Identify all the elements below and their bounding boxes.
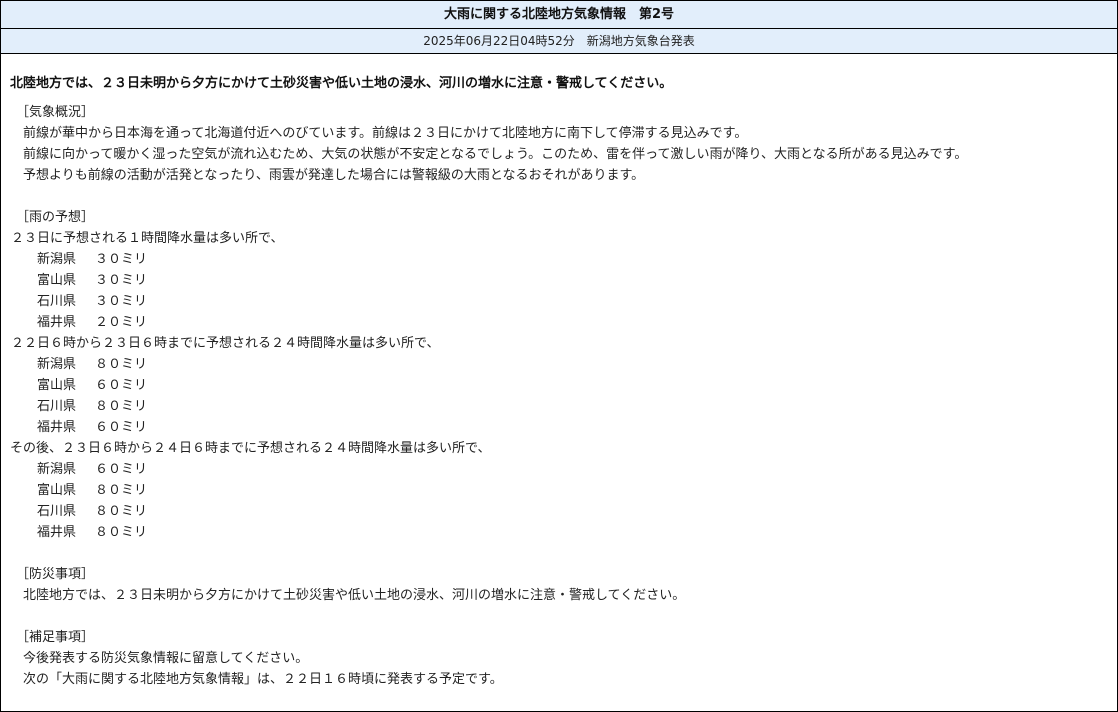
prefecture-name: 富山県 <box>37 273 77 288</box>
bulletin-body: 北陸地方では、２３日未明から夕方にかけて土砂災害や低い土地の浸水、河川の増水に注… <box>1 73 1117 690</box>
rain-amount: ８０ミリ <box>95 525 148 540</box>
prefecture-name: 石川県 <box>37 399 77 414</box>
bulletin-title: 大雨に関する北陸地方気象情報 第2号 <box>1 1 1117 29</box>
rain-amount-row: 福井県 ８０ミリ <box>1 522 1117 543</box>
supplement-heading: ［補足事項］ <box>16 630 95 645</box>
prefecture-name: 福井県 <box>37 525 77 540</box>
prefecture-name: 富山県 <box>37 378 77 393</box>
supplement-line: 次の「大雨に関する北陸地方気象情報」は、２２日１６時頃に発表する予定です。 <box>23 672 503 687</box>
prefecture-name: 新潟県 <box>37 462 77 477</box>
rain-amount-row: 福井県 ２０ミリ <box>1 312 1117 333</box>
rain-amount: ３０ミリ <box>95 252 148 267</box>
prefecture-name: 石川県 <box>37 294 77 309</box>
rain-amount-row: 富山県 ６０ミリ <box>1 375 1117 396</box>
rain-amount-row: 石川県 ８０ミリ <box>1 501 1117 522</box>
rain-amount-row: 新潟県 ３０ミリ <box>1 249 1117 270</box>
rain-amount: ６０ミリ <box>95 462 148 477</box>
prefecture-name: 福井県 <box>37 420 77 435</box>
rain-amount: ３０ミリ <box>95 273 148 288</box>
rain-amount-row: 新潟県 ６０ミリ <box>1 459 1117 480</box>
prefecture-name: 富山県 <box>37 483 77 498</box>
prefecture-name: 福井県 <box>37 315 77 330</box>
rain-group-intro: ２２日６時から２３日６時までに予想される２４時間降水量は多い所で、 <box>11 336 440 351</box>
rain-amount: ２０ミリ <box>95 315 148 330</box>
rain-amount: ６０ミリ <box>95 420 148 435</box>
rain-group-intro: その後、２３日６時から２４日６時までに予想される２４時間降水量は多い所で、 <box>10 441 491 456</box>
overview-line: 前線が華中から日本海を通って北海道付近へのびています。前線は２３日にかけて北陸地… <box>23 126 748 141</box>
overview-line: 予想よりも前線の活動が活発となったり、雨雲が発達した場合には警報級の大雨となるお… <box>23 168 645 183</box>
overview-heading: ［気象概況］ <box>16 105 95 120</box>
rain-amount-row: 新潟県 ８０ミリ <box>1 354 1117 375</box>
overview-line: 前線に向かって暖かく湿った空気が流れ込むため、大気の状態が不安定となるでしょう。… <box>23 147 968 162</box>
supplement-line: 今後発表する防災気象情報に留意してください。 <box>23 651 309 666</box>
prefecture-name: 石川県 <box>37 504 77 519</box>
rain-amount: ８０ミリ <box>95 399 148 414</box>
rain-amount-row: 石川県 ８０ミリ <box>1 396 1117 417</box>
headline: 北陸地方では、２３日未明から夕方にかけて土砂災害や低い土地の浸水、河川の増水に注… <box>10 76 673 91</box>
disaster-line: 北陸地方では、２３日未明から夕方にかけて土砂災害や低い土地の浸水、河川の増水に注… <box>23 588 686 603</box>
rain-heading: ［雨の予想］ <box>16 210 95 225</box>
rain-amount: ８０ミリ <box>95 504 148 519</box>
prefecture-name: 新潟県 <box>37 357 77 372</box>
rain-amount: ６０ミリ <box>95 378 148 393</box>
rain-amount: ３０ミリ <box>95 294 148 309</box>
rain-amount: ８０ミリ <box>95 357 148 372</box>
rain-amount-row: 福井県 ６０ミリ <box>1 417 1117 438</box>
rain-amount-row: 石川県 ３０ミリ <box>1 291 1117 312</box>
bulletin-frame: 大雨に関する北陸地方気象情報 第2号 2025年06月22日04時52分 新潟地… <box>0 0 1118 712</box>
rain-amount: ８０ミリ <box>95 483 148 498</box>
disaster-heading: ［防災事項］ <box>16 567 95 582</box>
rain-amount-row: 富山県 ８０ミリ <box>1 480 1117 501</box>
issued-datetime: 2025年06月22日04時52分 新潟地方気象台発表 <box>1 29 1117 54</box>
prefecture-name: 新潟県 <box>37 252 77 267</box>
rain-group-intro: ２３日に予想される１時間降水量は多い所で、 <box>11 231 284 246</box>
rain-amount-row: 富山県 ３０ミリ <box>1 270 1117 291</box>
